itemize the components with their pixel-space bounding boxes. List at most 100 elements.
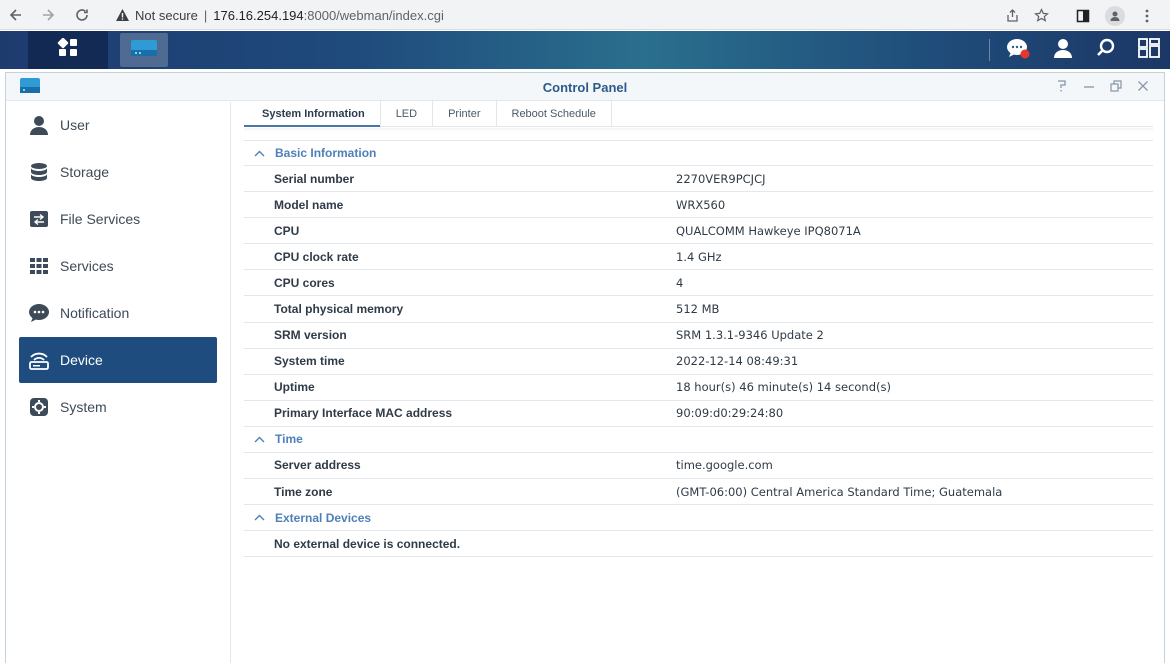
tab-reboot-schedule[interactable]: Reboot Schedule	[497, 101, 612, 126]
table-row: Primary Interface MAC address 90:09:d0:29…	[244, 401, 1153, 427]
sidebar-item-label: System	[60, 399, 107, 415]
row-value: WRX560	[676, 197, 726, 212]
sidebar-item-system[interactable]: System	[19, 384, 217, 430]
restore-icon[interactable]	[1109, 78, 1123, 94]
grid-icon	[27, 254, 51, 278]
url-path: :8000/webman/index.cgi	[303, 7, 444, 23]
section-title: Basic Information	[275, 146, 377, 160]
window-title-bar[interactable]: Control Panel	[6, 73, 1164, 101]
table-row: Total physical memory 512 MB	[244, 296, 1153, 323]
sidebar-item-user[interactable]: User	[19, 102, 217, 148]
chevron-up-icon[interactable]	[254, 436, 268, 443]
section-time[interactable]: Time	[244, 427, 1153, 453]
table-row: Model name WRX560	[244, 192, 1153, 219]
tab-system-information[interactable]: System Information	[244, 101, 381, 127]
table-row: Time zone (GMT-06:00) Central America Sta…	[244, 479, 1153, 506]
section-title: External Devices	[275, 510, 372, 525]
row-key: Time zone	[274, 484, 333, 499]
row-value: 2270VER9PCJCJ	[676, 171, 766, 186]
row-key: Primary Interface MAC address	[274, 406, 453, 421]
sidebar-item-label: User	[60, 117, 90, 133]
help-icon[interactable]	[1055, 78, 1069, 94]
back-icon[interactable]	[6, 5, 26, 25]
row-key: CPU cores	[274, 275, 335, 290]
desktop-taskbar	[0, 31, 1170, 69]
notification-chat-icon[interactable]	[1006, 37, 1030, 64]
reload-icon[interactable]	[72, 5, 92, 25]
sidebar-item-services[interactable]: Services	[19, 243, 217, 289]
tab-bar: System Information LED Printer Reboot Sc…	[244, 101, 1153, 127]
row-key: Uptime	[274, 380, 315, 395]
row-key: SRM version	[274, 328, 347, 343]
table-row: Uptime 18 hour(s) 46 minute(s) 14 second(…	[244, 375, 1153, 401]
row-value: 512 MB	[676, 302, 720, 317]
database-icon	[27, 160, 51, 184]
section-title: Time	[275, 432, 303, 447]
taskbar-control-panel-app[interactable]	[120, 33, 168, 67]
sidebar-item-label: Services	[60, 258, 114, 274]
sidebar-item-label: Device	[60, 352, 103, 368]
sidebar: User Storage File Services Services Noti…	[6, 102, 231, 663]
row-value: QUALCOMM Hawkeye IPQ8071A	[676, 223, 861, 238]
sidebar-item-device[interactable]: Device	[19, 337, 217, 383]
row-key: Server address	[274, 458, 361, 473]
main-menu-icon	[57, 37, 79, 63]
search-icon[interactable]	[1096, 38, 1116, 63]
file-services-icon	[27, 207, 51, 231]
row-value: 2022-12-14 08:49:31	[676, 354, 799, 369]
row-key: System time	[274, 354, 345, 369]
gear-icon	[27, 395, 51, 419]
tab-led[interactable]: LED	[381, 101, 434, 126]
window-title: Control Panel	[542, 80, 628, 95]
url-host: 176.16.254.194	[213, 7, 304, 23]
sidebar-item-label: File Services	[60, 211, 141, 227]
sidebar-item-file-services[interactable]: File Services	[19, 196, 217, 242]
empty-state-row: No external device is connected.	[244, 531, 1153, 558]
empty-state-message: No external device is connected.	[274, 536, 461, 551]
chevron-up-icon[interactable]	[254, 150, 268, 157]
row-key: Serial number	[274, 171, 355, 186]
sidebar-item-notification[interactable]: Notification	[19, 290, 217, 336]
row-value: (GMT-06:00) Central America Standard Tim…	[676, 484, 1003, 499]
close-icon[interactable]	[1136, 78, 1150, 94]
kebab-menu-icon[interactable]	[1139, 8, 1155, 24]
not-secure-label: Not secure	[135, 7, 198, 23]
address-bar[interactable]: Not secure | 176.16.254.194:8000/webman/…	[106, 3, 1050, 27]
sidebar-item-label: Notification	[60, 305, 130, 321]
row-key: CPU	[274, 223, 300, 238]
chevron-up-icon[interactable]	[254, 514, 268, 521]
taskbar-divider	[989, 39, 990, 61]
browser-toolbar: Not secure | 176.16.254.194:8000/webman/…	[0, 0, 1170, 30]
tab-shadow	[244, 128, 1153, 132]
sidebar-item-storage[interactable]: Storage	[19, 149, 217, 195]
table-row: Server address time.google.com	[244, 453, 1153, 480]
row-value: 1.4 GHz	[676, 249, 722, 264]
profile-avatar[interactable]	[1105, 6, 1125, 26]
forward-icon[interactable]	[38, 5, 58, 25]
warning-icon[interactable]	[114, 7, 130, 23]
table-row: System time 2022-12-14 08:49:31	[244, 349, 1153, 375]
control-panel-window: Control Panel User Storage File Services…	[5, 72, 1165, 663]
chat-bubble-icon	[27, 301, 51, 325]
address-separator: |	[203, 7, 208, 23]
share-icon[interactable]	[1005, 7, 1020, 23]
tab-printer[interactable]: Printer	[433, 101, 497, 126]
sidebar-item-label: Storage	[60, 164, 110, 180]
row-value: SRM 1.3.1-9346 Update 2	[676, 328, 824, 343]
section-external-devices[interactable]: External Devices	[244, 505, 1153, 532]
main-menu-button[interactable]	[28, 31, 108, 69]
sidepanel-icon[interactable]	[1075, 8, 1091, 24]
row-value: 4	[676, 275, 684, 290]
row-key: CPU clock rate	[274, 249, 359, 264]
row-value: time.google.com	[676, 458, 773, 473]
widgets-icon[interactable]	[1138, 37, 1160, 63]
table-row: CPU clock rate 1.4 GHz	[244, 244, 1153, 271]
router-app-icon	[130, 37, 158, 64]
star-icon[interactable]	[1034, 7, 1049, 23]
table-row: CPU cores 4	[244, 270, 1153, 297]
minimize-icon[interactable]	[1082, 78, 1096, 94]
user-account-icon[interactable]	[1052, 37, 1074, 64]
table-row: Serial number 2270VER9PCJCJ	[244, 166, 1153, 193]
row-key: Total physical memory	[274, 302, 404, 317]
section-basic-information[interactable]: Basic Information	[244, 140, 1153, 166]
